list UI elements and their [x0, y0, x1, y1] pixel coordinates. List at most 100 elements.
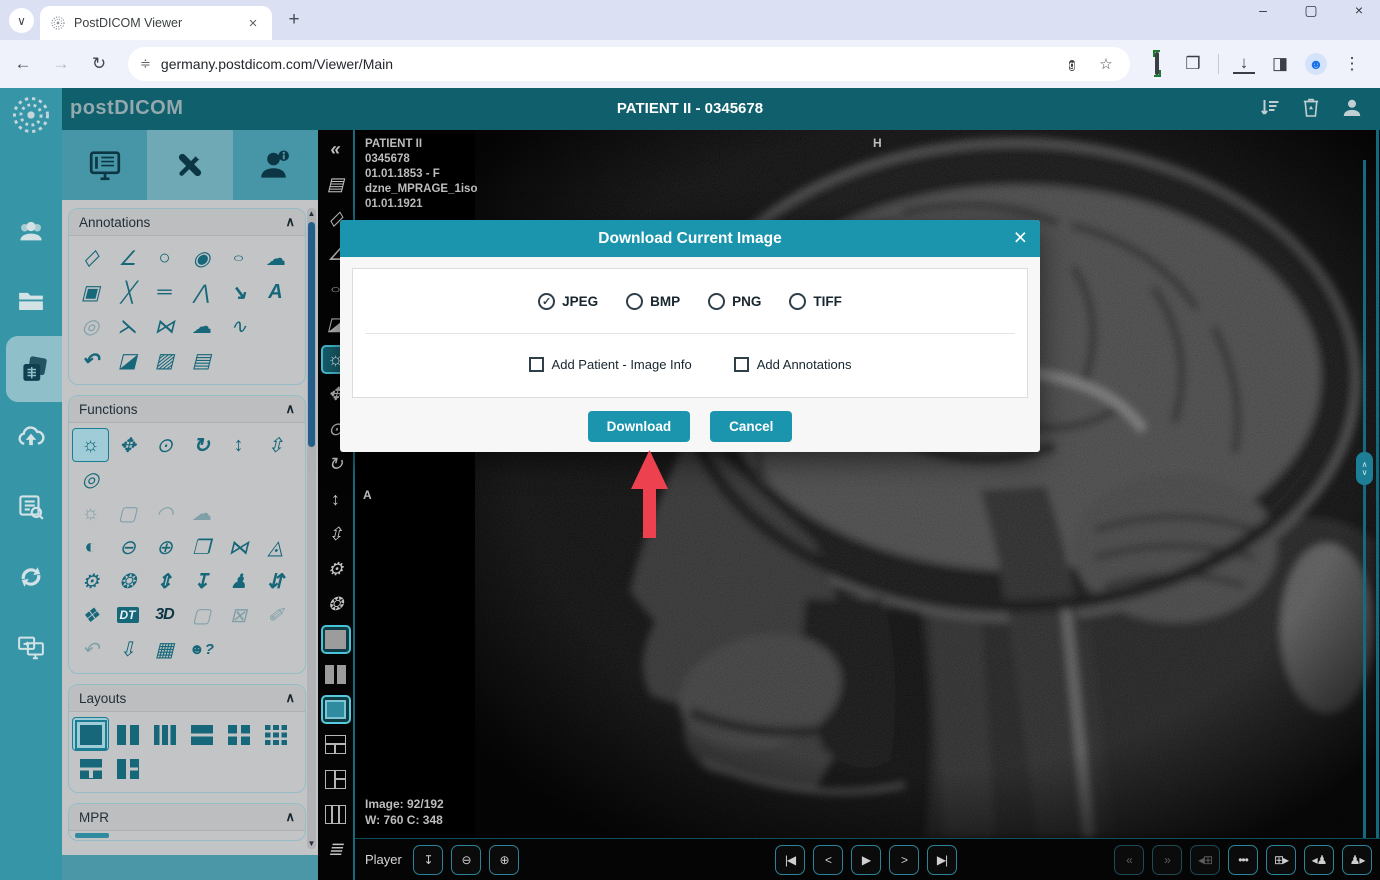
dt-tool[interactable]: DT — [109, 598, 146, 632]
sort-series-icon[interactable] — [1258, 96, 1282, 120]
previous-layout-button[interactable]: ◂⊞ — [1190, 845, 1220, 875]
download-button[interactable]: Download — [588, 411, 691, 442]
scroll-tool[interactable]: ↕ — [220, 428, 257, 462]
layout-1-left-2-right[interactable] — [109, 751, 146, 785]
downloads-icon[interactable]: ↓ — [1233, 55, 1255, 74]
freehand-tool[interactable]: ☁ — [257, 241, 294, 275]
branch-angle-tool[interactable]: ⋋ — [109, 309, 146, 343]
zoom-out-tool[interactable]: ⊖ — [109, 530, 146, 564]
play-button[interactable]: ▶ — [851, 845, 881, 875]
fit-height-tool[interactable]: ⇕ — [146, 564, 183, 598]
forward-button[interactable]: → — [46, 49, 76, 79]
strip-layout-3col[interactable] — [321, 800, 351, 829]
layout-2row[interactable] — [183, 717, 220, 751]
roi-rectangle-tool[interactable]: ▢ — [109, 496, 146, 530]
speed-down-button[interactable]: ⊖ — [451, 845, 481, 875]
mpr-partial-item[interactable] — [75, 833, 109, 838]
tab-study[interactable] — [62, 130, 147, 200]
tag-tool[interactable]: ❖ — [72, 598, 109, 632]
invert-tool[interactable]: ◐ — [72, 530, 109, 564]
pan-tool[interactable]: ✥ — [109, 428, 146, 462]
strip-scroll[interactable]: ↕ — [321, 485, 351, 514]
rotate-tool[interactable]: ↻ — [183, 428, 220, 462]
cross-tool[interactable]: ╳ — [109, 275, 146, 309]
option-checkbox[interactable]: Add Patient - Image Info — [529, 357, 692, 372]
option-checkbox[interactable]: Add Annotations — [734, 357, 852, 372]
browser-tab[interactable]: PostDICOM Viewer × — [40, 6, 272, 40]
menu-kebab-icon[interactable]: ⋮ — [1341, 54, 1363, 74]
next-image-button[interactable]: > — [889, 845, 919, 875]
strip-reset-window-level[interactable]: ❂ — [321, 590, 351, 619]
circle-tool[interactable]: ○ — [146, 241, 183, 275]
angle-tool[interactable]: ∠ — [109, 241, 146, 275]
reset-window-level-tool[interactable]: ❂ — [109, 564, 146, 598]
site-settings-icon[interactable]: ≑ — [140, 56, 151, 72]
strip-layout-2col[interactable] — [321, 660, 351, 689]
layout-1x1[interactable] — [72, 717, 109, 751]
cancel-button[interactable]: Cancel — [710, 411, 792, 442]
translate-icon[interactable]: g — [1069, 60, 1075, 71]
panel-scrollbar-thumb[interactable] — [308, 222, 315, 447]
nav-sync[interactable] — [0, 542, 62, 612]
strip-layout-1-2-right[interactable] — [321, 765, 351, 794]
nav-folders[interactable] — [0, 266, 62, 336]
strip-layout-1-2-bottom[interactable] — [321, 730, 351, 759]
layout-3x3[interactable] — [257, 717, 294, 751]
next-layout-button[interactable]: ⊞▸ — [1266, 845, 1296, 875]
crop-tool[interactable]: ⊠ — [220, 598, 257, 632]
patient-orientation-tool[interactable]: ♟ — [220, 564, 257, 598]
collapse-annotations-icon[interactable]: ∧ — [285, 214, 295, 230]
nav-patients[interactable] — [0, 196, 62, 266]
panel-scrollbar[interactable]: ▲ ▼ — [307, 208, 316, 849]
extensions-icon[interactable]: ❒ — [1182, 54, 1204, 74]
new-tab-button[interactable]: + — [282, 8, 306, 32]
strip-reset-rotation[interactable]: ⚙ — [321, 555, 351, 584]
layout-2x2[interactable] — [220, 717, 257, 751]
nav-viewer[interactable] — [6, 336, 62, 402]
dialog-close-icon[interactable]: × — [1014, 224, 1027, 251]
closed-freehand-tool[interactable]: ☁ — [183, 309, 220, 343]
address-bar[interactable]: ≑ germany.postdicom.com/Viewer/Main g ☆ — [128, 47, 1130, 81]
ellipse-tool[interactable]: ○ — [220, 241, 257, 275]
strip-mpr[interactable] — [321, 695, 351, 724]
three-d-tool[interactable]: 3D — [146, 598, 183, 632]
tab-close-icon[interactable]: × — [244, 14, 262, 32]
undo-function-tool[interactable]: ↶ — [72, 632, 109, 666]
polyline-tool[interactable]: ⋀ — [183, 275, 220, 309]
probe-tool[interactable]: ✐ — [257, 598, 294, 632]
previous-image-button[interactable]: < — [813, 845, 843, 875]
format-radio[interactable]: ✓ JPEG — [538, 293, 598, 310]
next-series-page-button[interactable]: » — [1152, 845, 1182, 875]
sort-stack-tool[interactable]: ⇵ — [257, 564, 294, 598]
speed-up-button[interactable]: ⊕ — [489, 845, 519, 875]
roi-window-level-tool[interactable]: ☼ — [72, 496, 109, 530]
url-text[interactable]: germany.postdicom.com/Viewer/Main — [161, 56, 1050, 72]
window-level-tool[interactable]: ☼ — [72, 428, 109, 462]
format-radio[interactable]: TIFF — [789, 293, 842, 310]
export-image-tool[interactable]: ⇩ — [109, 632, 146, 666]
format-radio[interactable]: BMP — [626, 293, 680, 310]
last-image-button[interactable]: ▶| — [927, 845, 957, 875]
collapse-layouts-icon[interactable]: ∧ — [285, 690, 295, 706]
strip-stack-scroll[interactable]: ⇳ — [321, 520, 351, 549]
crosshair-tool[interactable]: ◎ — [72, 462, 109, 496]
frame-tool[interactable]: ▢ — [183, 598, 220, 632]
previous-patient-button[interactable]: ◂♟ — [1304, 845, 1334, 875]
first-image-button[interactable]: |◀ — [775, 845, 805, 875]
nav-worklist[interactable] — [0, 472, 62, 542]
bone-tool[interactable]: ◠ — [146, 496, 183, 530]
nav-share-screen[interactable] — [0, 612, 62, 682]
filled-circle-tool[interactable]: ◉ — [183, 241, 220, 275]
layout-1-top-2-bottom[interactable] — [72, 751, 109, 785]
anonymous-patient-tool[interactable]: ☻? — [183, 632, 220, 666]
more-options-button[interactable]: ••• — [1228, 845, 1258, 875]
fit-width-tool[interactable]: ↧ — [183, 564, 220, 598]
minimize-button[interactable]: – — [1250, 2, 1276, 19]
image-scroll-track[interactable] — [1363, 160, 1366, 838]
export-cine-button[interactable]: ↧ — [413, 845, 443, 875]
text-tool[interactable]: A — [257, 275, 294, 309]
tab-tools[interactable] — [147, 130, 232, 200]
point-tool[interactable]: ◎ — [72, 309, 109, 343]
cobb-angle-tool[interactable]: ⋈ — [146, 309, 183, 343]
save-image-tool[interactable]: ▦ — [146, 632, 183, 666]
